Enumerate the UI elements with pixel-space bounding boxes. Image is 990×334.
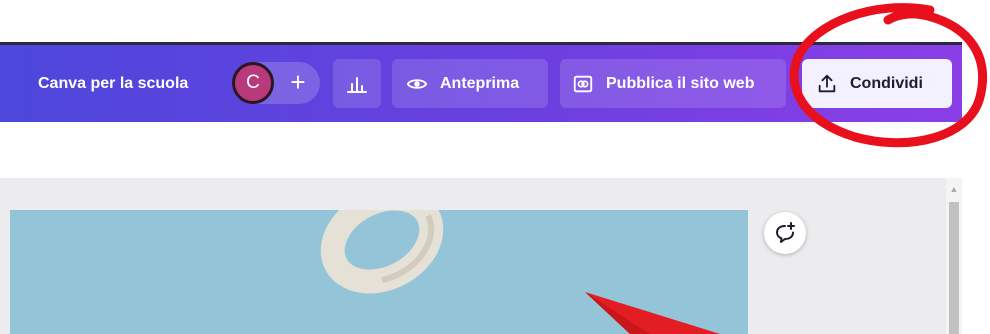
share-label: Condividi <box>850 74 923 92</box>
ring-shape <box>320 210 444 294</box>
scrollbar-thumb[interactable] <box>949 202 959 334</box>
editor-workspace <box>0 178 946 334</box>
add-comment-button[interactable] <box>764 212 806 254</box>
publish-website-label: Pubblica il sito web <box>606 74 755 92</box>
user-avatar[interactable]: C <box>232 62 274 104</box>
add-collaborator-button[interactable]: + <box>278 62 318 104</box>
vertical-scrollbar[interactable]: ▲ <box>946 178 962 334</box>
page-artwork <box>320 210 720 334</box>
share-button[interactable]: Condividi <box>802 59 952 108</box>
website-icon <box>573 75 593 92</box>
cone-shape <box>585 292 720 334</box>
insights-button[interactable] <box>333 59 381 108</box>
publish-website-button[interactable]: Pubblica il sito web <box>560 59 786 108</box>
add-comment-icon <box>776 222 795 243</box>
preview-label: Anteprima <box>440 74 520 92</box>
preview-button[interactable]: Anteprima <box>392 59 548 108</box>
upload-icon <box>818 74 836 92</box>
bar-chart-icon <box>347 76 367 93</box>
eye-icon <box>406 78 428 89</box>
canva-for-education-label[interactable]: Canva per la scuola <box>38 45 188 122</box>
editor-toolbar: Canva per la scuola C + Anteprima Pubbli… <box>0 42 962 122</box>
scroll-up-icon[interactable]: ▲ <box>946 184 962 194</box>
design-page-canvas[interactable] <box>10 210 748 334</box>
